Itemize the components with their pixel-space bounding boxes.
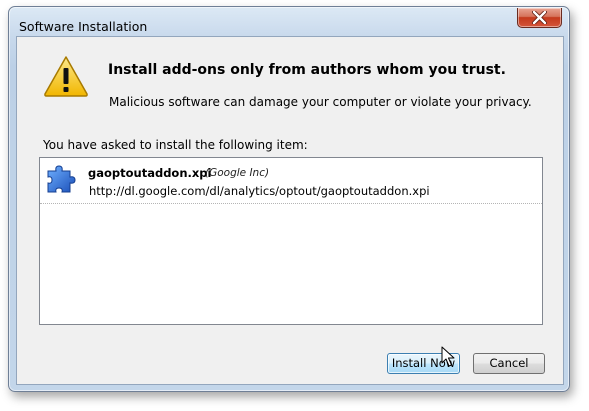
warning-subtext: Malicious software can damage your compu… [109,95,532,109]
warning-triangle-icon [44,56,88,97]
stage: Software Installation Install add-ons on… [0,0,589,411]
dialog-body: Install add-ons only from authors whom y… [16,36,564,385]
close-icon [532,11,547,24]
warning-heading: Install add-ons only from authors whom y… [108,62,506,78]
window-title: Software Installation [19,19,148,34]
software-installation-dialog: Software Installation Install add-ons on… [8,6,570,392]
close-button[interactable] [517,8,562,28]
cancel-button[interactable]: Cancel [473,353,545,374]
items-caption: You have asked to install the following … [43,138,308,152]
addon-author: (Google Inc) [205,167,270,179]
addon-name: gaoptoutaddon.xpi [88,166,212,180]
items-list: gaoptoutaddon.xpi (Google Inc) http://dl… [39,157,543,325]
addon-url: http://dl.google.com/dl/analytics/optout… [89,184,430,198]
list-item[interactable]: gaoptoutaddon.xpi (Google Inc) http://dl… [40,158,542,204]
mouse-cursor-icon [441,346,455,367]
puzzle-piece-icon [47,165,76,193]
